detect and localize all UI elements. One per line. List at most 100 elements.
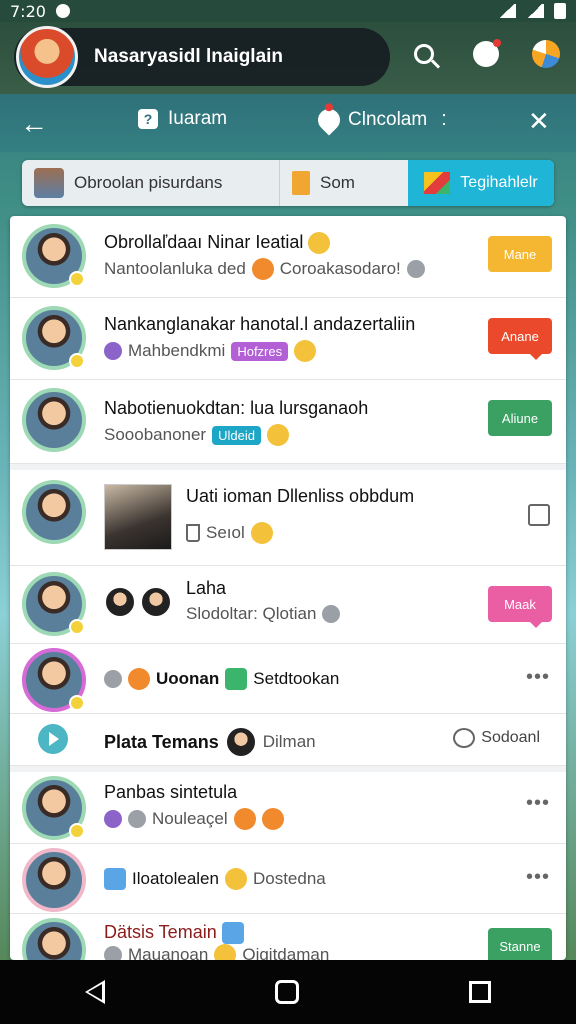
item-subtitle: Slodoltar: Qlotian — [186, 604, 341, 624]
chat-list: Obrollaľdaaı Ninar Ieatial Nantoolanluka… — [10, 216, 566, 960]
search-icon[interactable] — [406, 36, 442, 72]
nav-back-icon[interactable] — [85, 980, 105, 1004]
profile-avatar[interactable] — [16, 26, 78, 88]
list-item[interactable]: Nabotienuokdtan: lua lursganaoh Sooobano… — [10, 380, 566, 464]
comment-icon — [453, 728, 476, 748]
tab-label: Obroolan pisurdans — [74, 173, 223, 192]
book-icon — [292, 171, 310, 195]
list-item[interactable]: Plata Temans Dilman Sodoanl — [10, 714, 566, 766]
more-horiz-icon[interactable]: ••• — [526, 792, 550, 815]
back-arrow-icon[interactable]: ← — [20, 108, 48, 140]
avatar[interactable] — [22, 776, 86, 840]
avatar[interactable] — [22, 306, 86, 370]
sub-left-label: Iuaram — [168, 108, 228, 129]
item-subtitle: Uoonan Setdtookan — [104, 668, 339, 690]
more-horiz-icon[interactable]: ••• — [526, 666, 550, 689]
stickers-icon[interactable] — [528, 36, 564, 72]
item-subtitle: Mauanoan Oigitdaman — [104, 944, 329, 960]
tab-bar: Obroolan pisurdans Som Tegihahlelr — [22, 160, 554, 206]
nav-home-icon[interactable] — [275, 980, 299, 1004]
emoji-icon — [104, 670, 122, 688]
comment-action-label: Sodoanl — [481, 729, 540, 746]
item-extra-text: Coroakasodaro! — [279, 259, 401, 278]
status-badge[interactable]: Stanne — [488, 928, 552, 960]
item-subtitle-text: Seıol — [206, 523, 245, 542]
item-subtitle: Sooobanoner Uldeid — [104, 424, 289, 446]
emoji-icon[interactable] — [468, 36, 504, 72]
flag-icon — [424, 172, 451, 194]
item-subtitle-text: Dilman — [262, 732, 316, 751]
item-subtitle-text: Slodoltar: Qlotian — [186, 604, 317, 623]
emoji-icon — [294, 340, 317, 362]
nav-recents-icon[interactable] — [469, 981, 491, 1003]
avatar[interactable] — [22, 388, 86, 452]
sub-left-item[interactable]: ? Iuaram — [138, 108, 227, 130]
emoji-icon — [225, 668, 248, 690]
item-subtitle-text: Nouleaçel — [152, 809, 228, 828]
item-title: Nankanglanakar hanotal.l andazertaliin — [104, 314, 416, 334]
tab-chats[interactable]: Obroolan pisurdans — [22, 160, 280, 206]
chat-badge-icon: ? — [138, 109, 158, 129]
status-badge[interactable]: Anane — [488, 318, 552, 360]
avatar[interactable] — [22, 224, 86, 288]
avatar[interactable] — [22, 648, 86, 712]
tab-books[interactable]: Som — [280, 160, 408, 206]
emoji-icon — [128, 810, 146, 828]
item-title-text: Uoonan — [156, 669, 220, 688]
item-extra-text: Oigitdaman — [242, 945, 330, 960]
status-time: 7:20 — [10, 1, 46, 21]
list-item[interactable]: Uati ioman Dllenliss obbdum Seıol — [10, 470, 566, 566]
play-icon[interactable] — [38, 724, 68, 754]
emoji-icon — [104, 342, 122, 360]
item-title: Obrollaľdaaı Ninar Ieatial — [104, 232, 331, 255]
close-icon[interactable]: ✕ — [528, 106, 550, 137]
item-title-text: Dätsis Temain — [104, 922, 217, 942]
tab-active[interactable]: Tegihahlelr — [408, 160, 554, 206]
status-badge[interactable]: Mane — [488, 236, 552, 272]
item-subtitle: Iloatolealen Dostedna — [104, 868, 326, 890]
list-item[interactable]: Obrollaľdaaı Ninar Ieatial Nantoolanluka… — [10, 216, 566, 298]
tab-avatar-icon — [34, 168, 64, 198]
emoji-icon — [214, 944, 237, 960]
battery-icon — [554, 3, 566, 19]
photo-thumbnail[interactable] — [104, 484, 172, 550]
item-subtitle: Nantoolanluka ded Coroakasodaro! — [104, 258, 425, 280]
list-item[interactable]: Laha Slodoltar: Qlotian Maak — [10, 566, 566, 644]
item-title: Dätsis Temain — [104, 922, 244, 945]
item-subtitle-text: Setdtookan — [253, 669, 340, 688]
more-vert-icon[interactable]: : — [441, 108, 447, 131]
avatar[interactable] — [22, 918, 86, 960]
avatar[interactable] — [22, 848, 86, 912]
avatar[interactable] — [22, 480, 86, 544]
item-subtitle: Mahbendkmi Hofzres — [104, 340, 317, 362]
profile-name: Nasaryasidl lnaiglain — [94, 46, 284, 67]
emoji-icon — [250, 522, 273, 544]
more-horiz-icon[interactable]: ••• — [526, 866, 550, 889]
status-badge[interactable]: Aliune — [488, 400, 552, 436]
emoji-icon — [251, 258, 274, 280]
item-title-text: Iloatolealen — [132, 869, 219, 888]
emoji-icon — [233, 808, 256, 830]
list-item[interactable]: Dätsis Temain Mauanoan Oigitdaman Stanne — [10, 914, 566, 960]
signal-icon — [526, 4, 544, 18]
comment-action[interactable]: Sodoanl — [453, 728, 540, 748]
notification-dot-icon — [55, 4, 70, 18]
item-subtitle: Seıol — [186, 522, 273, 544]
list-item[interactable]: Nankanglanakar hanotal.l andazertaliin M… — [10, 298, 566, 380]
status-badge[interactable]: Maak — [488, 586, 552, 628]
mini-avatar — [104, 586, 136, 618]
emoji-icon — [104, 810, 122, 828]
avatar[interactable] — [22, 572, 86, 636]
tag-badge: Uldeid — [212, 425, 261, 445]
list-item[interactable]: Panbas sintetula Nouleaçel ••• — [10, 772, 566, 844]
list-item[interactable]: Iloatolealen Dostedna ••• — [10, 844, 566, 914]
list-item[interactable]: Uoonan Setdtookan ••• — [10, 644, 566, 714]
profile-pill[interactable]: Nasaryasidl lnaiglain — [14, 26, 390, 88]
item-subtitle-text: Dostedna — [252, 869, 326, 888]
checkbox-icon[interactable] — [528, 504, 550, 526]
sub-mid-item[interactable]: Clncolam : — [313, 103, 447, 136]
emoji-icon — [128, 668, 150, 690]
mini-avatar — [140, 586, 173, 618]
item-title-text: Obrollaľdaaı Ninar Ieatial — [104, 232, 304, 252]
cup-icon — [186, 524, 200, 542]
